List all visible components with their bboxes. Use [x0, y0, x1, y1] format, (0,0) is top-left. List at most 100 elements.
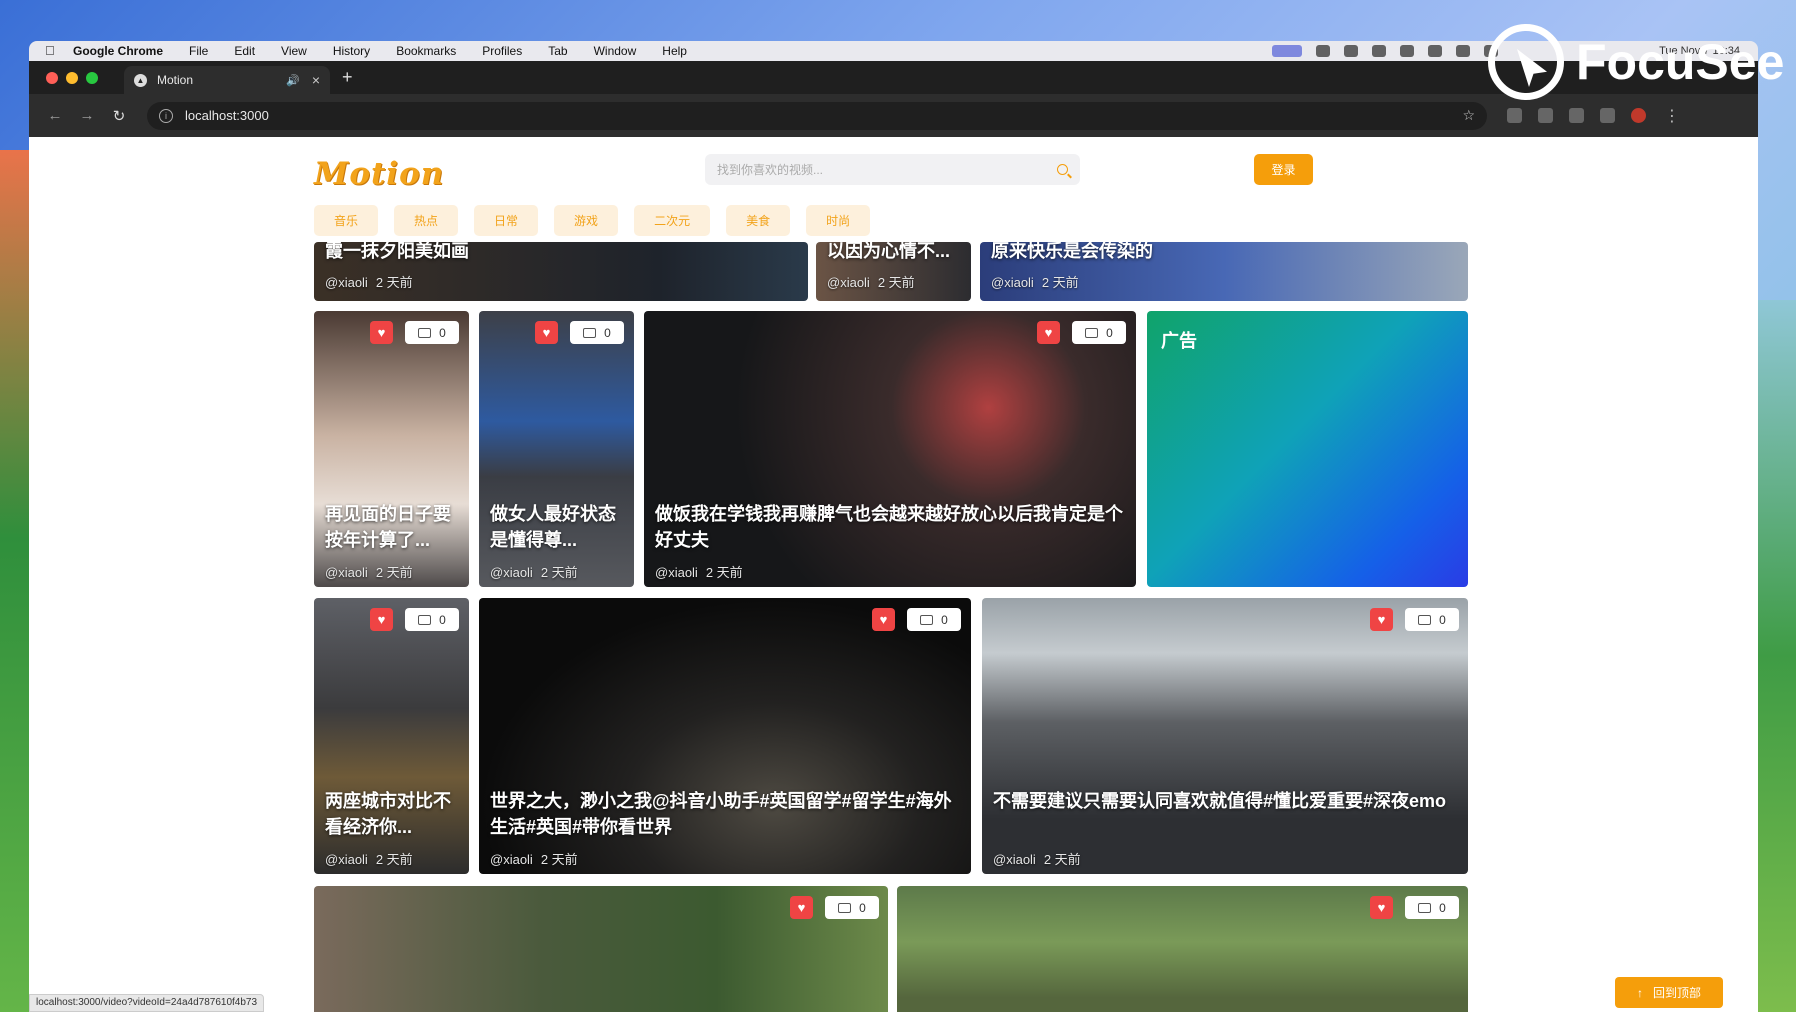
comment-button[interactable]: 0: [1072, 321, 1126, 344]
search-input[interactable]: 找到你喜欢的视频...: [705, 154, 1080, 185]
video-time: 2 天前: [375, 565, 413, 580]
profile-avatar[interactable]: [1631, 108, 1646, 123]
category-fashion[interactable]: 时尚: [806, 205, 871, 236]
back-arrow-icon[interactable]: ←: [43, 107, 67, 124]
video-card[interactable]: ♥ 0 两座城市对比不看经济你... @xiaoli 2 天前: [314, 598, 469, 874]
video-card[interactable]: ♥ 0 世界之大，渺小之我@抖音小助手#英国留学#留学生#海外生活#英国#带你看…: [479, 598, 971, 874]
comment-button[interactable]: 0: [1405, 896, 1459, 919]
back-to-top-button[interactable]: ↑ 回到顶部: [1615, 977, 1723, 1008]
new-tab-button[interactable]: +: [342, 67, 353, 88]
menu-bookmarks[interactable]: Bookmarks: [396, 44, 456, 58]
comment-button[interactable]: 0: [570, 321, 624, 344]
video-card[interactable]: ♥ 0: [897, 886, 1468, 1012]
video-card[interactable]: ♥ 0 不需要建议只需要认同喜欢就值得#懂比爱重要#深夜emo @xiaoli 2…: [982, 598, 1468, 874]
category-daily[interactable]: 日常: [474, 205, 539, 236]
puzzle-icon[interactable]: [1538, 108, 1553, 123]
reload-icon[interactable]: ↻: [107, 107, 131, 125]
video-time: 2 天前: [540, 852, 578, 867]
video-title: 做饭我在学钱我再赚脾气也会越来越好放心以后我肯定是个好丈夫: [655, 504, 1123, 550]
video-card[interactable]: ♥ 0: [314, 886, 888, 1012]
tray-icon[interactable]: [1344, 45, 1358, 57]
comment-button[interactable]: 0: [825, 896, 879, 919]
comment-button[interactable]: 0: [405, 608, 459, 631]
menu-profiles[interactable]: Profiles: [482, 44, 522, 58]
like-heart-icon[interactable]: ♥: [1370, 608, 1393, 631]
extension-icon[interactable]: [1507, 108, 1522, 123]
video-meta: @xiaoli 2 天前: [325, 272, 413, 291]
site-info-icon[interactable]: i: [159, 108, 173, 123]
video-time: 2 天前: [375, 275, 413, 290]
category-games[interactable]: 游戏: [554, 205, 619, 236]
audio-playing-icon[interactable]: 🔊: [286, 74, 300, 87]
like-heart-icon[interactable]: ♥: [535, 321, 558, 344]
video-card[interactable]: ♥ 0 再见面的日子要按年计算了... @xiaoli 2 天前: [314, 311, 469, 587]
comment-button[interactable]: 0: [1405, 608, 1459, 631]
like-heart-icon[interactable]: ♥: [1037, 321, 1060, 344]
video-time: 2 天前: [540, 565, 578, 580]
video-title: 不需要建议只需要认同喜欢就值得#懂比爱重要#深夜emo: [993, 791, 1447, 811]
menu-edit[interactable]: Edit: [234, 44, 255, 58]
category-hot[interactable]: 热点: [394, 205, 459, 236]
ad-card[interactable]: 广告: [1147, 311, 1468, 587]
menu-window[interactable]: Window: [594, 44, 637, 58]
comment-icon: [1085, 327, 1099, 338]
desktop-wallpaper-right: [1756, 300, 1796, 1012]
tray-icon[interactable]: [1456, 45, 1470, 57]
tray-icon[interactable]: [1372, 45, 1386, 57]
menu-app-name[interactable]: Google Chrome: [73, 44, 163, 58]
like-heart-icon[interactable]: ♥: [370, 321, 393, 344]
like-heart-icon[interactable]: ♥: [1370, 896, 1393, 919]
menu-view[interactable]: View: [281, 44, 307, 58]
category-food[interactable]: 美食: [726, 205, 791, 236]
menu-help[interactable]: Help: [662, 44, 687, 58]
comment-count: 0: [859, 900, 866, 915]
close-tab-icon[interactable]: ×: [312, 72, 320, 88]
media-icon[interactable]: [1569, 108, 1584, 123]
comment-count: 0: [941, 612, 948, 627]
tray-app-icon[interactable]: [1272, 45, 1302, 57]
menu-tab[interactable]: Tab: [548, 44, 567, 58]
forward-arrow-icon[interactable]: →: [75, 107, 99, 124]
comment-button[interactable]: 0: [907, 608, 961, 631]
apple-icon[interactable]: : [45, 44, 59, 58]
link-status-bar: localhost:3000/video?videoId=24a4d787610…: [29, 994, 265, 1012]
menu-file[interactable]: File: [189, 44, 208, 58]
like-heart-icon[interactable]: ♥: [790, 896, 813, 919]
video-card[interactable]: 原来快乐是会传染的 @xiaoli 2 天前: [980, 242, 1468, 301]
comment-icon: [418, 327, 432, 338]
category-music[interactable]: 音乐: [314, 205, 379, 236]
comment-count: 0: [439, 612, 446, 627]
address-toolbar: ← → ↻ i localhost:3000 ☆ ⋮: [29, 94, 1758, 137]
like-heart-icon[interactable]: ♥: [872, 608, 895, 631]
tray-icon[interactable]: [1400, 45, 1414, 57]
site-logo[interactable]: Motion: [314, 156, 444, 192]
video-card[interactable]: ♥ 0 做饭我在学钱我再赚脾气也会越来越好放心以后我肯定是个好丈夫 @xiaol…: [644, 311, 1136, 587]
video-meta: @xiaoli 2 天前: [991, 272, 1079, 291]
browser-tab[interactable]: ▲ Motion 🔊 ×: [124, 66, 330, 94]
login-button[interactable]: 登录: [1254, 154, 1313, 185]
back-to-top-label: 回到顶部: [1652, 986, 1701, 1000]
comment-button[interactable]: 0: [405, 321, 459, 344]
close-window-button[interactable]: [46, 71, 58, 84]
video-title: 霞一抹夕阳美如画: [325, 242, 469, 261]
chrome-menu-icon[interactable]: ⋮: [1664, 106, 1680, 126]
tray-icon[interactable]: [1316, 45, 1330, 57]
minimize-window-button[interactable]: [66, 71, 78, 84]
tray-icon[interactable]: [1428, 45, 1442, 57]
video-card[interactable]: ♥ 0 做女人最好状态是懂得尊... @xiaoli 2 天前: [479, 311, 634, 587]
url-bar[interactable]: i localhost:3000 ☆: [147, 101, 1487, 130]
video-title: 以因为心情不...: [827, 242, 951, 261]
menu-history[interactable]: History: [333, 44, 370, 58]
category-anime[interactable]: 二次元: [634, 205, 711, 236]
bookmark-star-icon[interactable]: ☆: [1462, 107, 1475, 124]
video-author: @xiaoli: [325, 852, 368, 867]
video-author: @xiaoli: [655, 565, 698, 580]
like-heart-icon[interactable]: ♥: [370, 608, 393, 631]
video-card[interactable]: 以因为心情不... @xiaoli 2 天前: [816, 242, 971, 301]
video-card[interactable]: 霞一抹夕阳美如画 @xiaoli 2 天前: [314, 242, 808, 301]
page-viewport: Motion 找到你喜欢的视频... 登录 音乐 热点 日常 游戏 二次元 美食…: [29, 137, 1758, 1012]
sidebar-icon[interactable]: [1600, 108, 1615, 123]
video-time: 2 天前: [705, 565, 743, 580]
search-icon[interactable]: [1057, 164, 1068, 175]
zoom-window-button[interactable]: [86, 71, 98, 84]
